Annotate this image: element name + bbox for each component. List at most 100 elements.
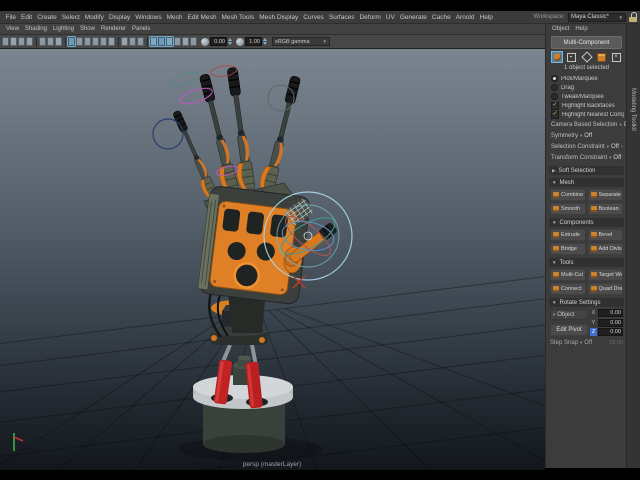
camera-based-selection-dropdown[interactable]: Camera Based Selection ▾ Off: [551, 119, 624, 130]
menu-item[interactable]: Mesh: [164, 14, 185, 21]
mesh-section-header[interactable]: ▼ Mesh: [549, 178, 624, 187]
menu-item[interactable]: Arnold: [453, 14, 477, 21]
toolbar-icon-xray[interactable]: [150, 37, 157, 46]
selection-constraint-dropdown[interactable]: Selection Constraint ▾ Off ›: [551, 141, 624, 152]
connect-button[interactable]: Connect: [550, 283, 586, 295]
tools-section-header[interactable]: ▼ Tools: [549, 258, 624, 267]
rotate-x-field[interactable]: 0.00: [598, 309, 623, 317]
vertex-mode-button[interactable]: [566, 51, 578, 63]
rotate-z-field[interactable]: 0.00: [598, 328, 623, 336]
symmetry-dropdown[interactable]: Symmetry ▾ Off: [551, 130, 624, 141]
menu-item[interactable]: Edit Mesh: [185, 14, 219, 21]
extrude-button[interactable]: Extrude: [550, 229, 586, 241]
menu-item[interactable]: Modify: [82, 14, 106, 21]
menu-item[interactable]: Mesh Display: [257, 14, 301, 21]
pedestal-base[interactable]: [193, 356, 293, 454]
transform-constraint-dropdown[interactable]: Transform Constraint ▾ Off: [551, 152, 624, 163]
exposure-icon[interactable]: [201, 38, 209, 46]
toolbar-icon-two-d-pan-zoom[interactable]: [47, 37, 54, 46]
panel-menu-item[interactable]: Panels: [129, 26, 153, 32]
toolbar-icon-safe-action[interactable]: [100, 37, 107, 46]
toolkit-menu-item[interactable]: Help: [572, 26, 590, 32]
radio-option[interactable]: Tweak/Marquee: [551, 92, 624, 101]
gamma-field[interactable]: 1.00: [245, 37, 262, 46]
combine-button[interactable]: Combine: [550, 189, 586, 201]
boolean-button[interactable]: Boolean: [588, 203, 624, 215]
bridge-button[interactable]: Bridge: [550, 243, 586, 255]
toolbar-icon-grease-pencil[interactable]: [55, 37, 62, 46]
menu-item[interactable]: Generate: [397, 14, 429, 21]
toolbar-icon-image-plane[interactable]: [39, 37, 46, 46]
workspace-lock-icon[interactable]: [629, 12, 637, 22]
bevel-button[interactable]: Bevel: [588, 229, 624, 241]
checkbox-option[interactable]: ✓Highlight Nearest Component: [551, 110, 624, 119]
toolbar-icon-film-gate[interactable]: [76, 37, 83, 46]
uv-mode-button[interactable]: ×: [610, 51, 622, 63]
toolbar-icon-frame-all[interactable]: [121, 37, 128, 46]
menu-item[interactable]: Select: [59, 14, 82, 21]
toolbar-icon-camera-attributes[interactable]: [18, 37, 25, 46]
panel-menu-item[interactable]: View: [3, 26, 22, 32]
edge-mode-button[interactable]: [581, 51, 593, 63]
menu-item[interactable]: Edit: [18, 14, 34, 21]
robotic-hand-fingers[interactable]: [169, 67, 302, 200]
panel-menu-item[interactable]: Shading: [22, 26, 50, 32]
menu-item[interactable]: Create: [35, 14, 60, 21]
toolbar-icon-frame-selection[interactable]: [129, 37, 136, 46]
object-mode-button[interactable]: [551, 51, 563, 63]
panel-menu-item[interactable]: Lighting: [50, 26, 77, 32]
perspective-viewport[interactable]: persp (masterLayer): [0, 49, 545, 470]
toolbar-icon-lock-camera[interactable]: [10, 37, 17, 46]
toolbar-icon-use-default-material[interactable]: [174, 37, 181, 46]
edit-pivot-button[interactable]: Edit Pivot: [550, 324, 588, 336]
view-transform-dropdown[interactable]: sRGB gamma ▼: [272, 37, 330, 46]
toolbar-icon-wireframe-on-shaded[interactable]: [158, 37, 165, 46]
toolbar-icon-grid[interactable]: [68, 37, 75, 46]
smooth-button[interactable]: Smooth: [550, 203, 586, 215]
toolbar-icon-safe-title[interactable]: [108, 37, 115, 46]
add-divisions-button[interactable]: Add Divisions: [588, 243, 624, 255]
toolbar-icon-select-camera[interactable]: [2, 37, 9, 46]
radio-option[interactable]: Drag: [551, 83, 624, 92]
exposure-spinner[interactable]: [228, 38, 232, 45]
toolbar-icon-gate-mask[interactable]: [92, 37, 99, 46]
panel-menu-item[interactable]: Show: [77, 26, 98, 32]
rotate-y-field[interactable]: 0.00: [598, 319, 623, 327]
step-snap-row[interactable]: Step Snap ▾ Off 15.00: [550, 340, 623, 346]
toolbar-icon-resolution-gate[interactable]: [84, 37, 91, 46]
menu-item[interactable]: UV: [383, 14, 397, 21]
menu-item[interactable]: Curves: [301, 14, 327, 21]
viewport-3d-scene[interactable]: persp (masterLayer): [0, 49, 545, 470]
face-mode-button[interactable]: [595, 51, 607, 63]
toolbar-icon-lighting-all[interactable]: [182, 37, 189, 46]
menu-item[interactable]: Display: [106, 14, 132, 21]
quad-draw-button[interactable]: Quad Draw: [588, 283, 624, 295]
menu-item[interactable]: File: [3, 14, 18, 21]
separate-button[interactable]: Separate: [588, 189, 624, 201]
menu-item[interactable]: Surfaces: [326, 14, 357, 21]
rotate-settings-section-header[interactable]: ▼ Rotate Settings: [549, 298, 624, 307]
gamma-icon[interactable]: [236, 38, 244, 46]
menu-item[interactable]: Help: [477, 14, 495, 21]
multi-component-button[interactable]: Multi-Component: [551, 36, 622, 49]
panel-menu-item[interactable]: Renderer: [98, 26, 129, 32]
modeling-toolkit-tab[interactable]: Modeling Toolkit: [626, 24, 640, 468]
toolkit-menu-item[interactable]: Object: [549, 26, 572, 32]
menu-item[interactable]: Mesh Tools: [219, 14, 257, 21]
components-section-header[interactable]: ▼ Components: [549, 218, 624, 227]
toolbar-icon-shadows[interactable]: [190, 37, 197, 46]
gamma-spinner[interactable]: [263, 38, 267, 45]
checkbox-option[interactable]: ✓Highlight Backfaces: [551, 101, 624, 110]
exposure-field[interactable]: 0.00: [210, 37, 227, 46]
radio-option[interactable]: Pick/Marquee: [551, 74, 624, 83]
rotate-mode-dropdown[interactable]: ▾ Object: [550, 309, 588, 320]
toolbar-icon-bookmarks[interactable]: [26, 37, 33, 46]
workspace-dropdown[interactable]: Maya Classic* ▼: [568, 13, 626, 22]
menu-item[interactable]: Deform: [357, 14, 383, 21]
toolbar-icon-isolate-select[interactable]: [137, 37, 144, 46]
multi-cut-button[interactable]: Multi-Cut: [550, 269, 586, 281]
menu-item[interactable]: Windows: [133, 14, 164, 21]
target-weld-button[interactable]: Target Weld: [588, 269, 624, 281]
toolbar-icon-textured[interactable]: [166, 37, 173, 46]
soft-selection-section-header[interactable]: ▶ Soft Selection: [549, 166, 624, 175]
